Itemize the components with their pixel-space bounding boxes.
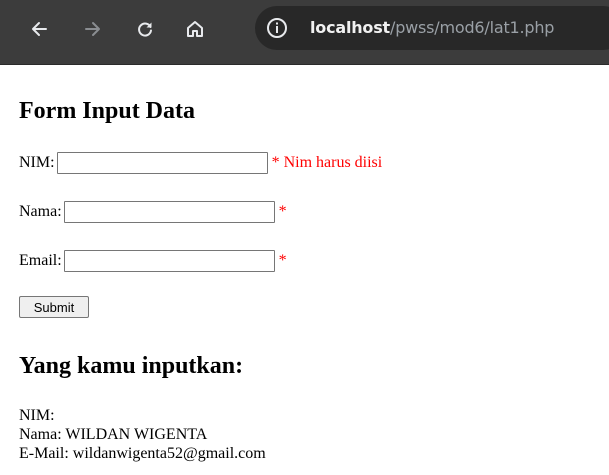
result-nim-line: NIM:: [19, 407, 55, 424]
email-required-marker: *: [278, 252, 287, 269]
email-input[interactable]: [63, 250, 275, 272]
back-arrow-icon: [32, 22, 47, 36]
nama-required-marker: *: [278, 203, 287, 220]
submit-button[interactable]: Submit: [19, 296, 89, 318]
home-icon: [187, 21, 203, 37]
forward-button[interactable]: [75, 12, 109, 46]
nim-input[interactable]: [56, 152, 268, 174]
nim-row: NIM: * Nim harus diisi: [19, 151, 382, 175]
nim-label: NIM:: [19, 154, 55, 171]
email-label: Email:: [19, 252, 62, 269]
form-title: Form Input Data: [19, 98, 196, 124]
home-button[interactable]: [178, 12, 212, 46]
browser-toolbar: localhost/pwss/mod6/lat1.php: [0, 0, 609, 65]
back-button[interactable]: [23, 12, 57, 46]
forward-arrow-icon: [85, 22, 100, 36]
email-row: Email: *: [19, 249, 287, 273]
url-path: /pwss/mod6/lat1.php: [390, 18, 555, 37]
reload-button[interactable]: [128, 12, 162, 46]
url-host: localhost: [310, 18, 390, 37]
nim-error-message: * Nim harus diisi: [271, 154, 383, 171]
nama-input[interactable]: [63, 201, 275, 223]
nama-row: Nama: *: [19, 200, 287, 224]
result-title: Yang kamu inputkan:: [19, 353, 244, 379]
reload-icon: [138, 22, 152, 37]
url-text[interactable]: localhost/pwss/mod6/lat1.php: [310, 17, 554, 39]
result-nama-line: Nama: WILDAN WIGENTA: [19, 426, 208, 443]
nama-label: Nama:: [19, 203, 62, 220]
info-icon[interactable]: [265, 16, 289, 40]
address-bar[interactable]: localhost/pwss/mod6/lat1.php: [255, 6, 609, 50]
result-email-line: E-Mail: wildanwigenta52@gmail.com: [19, 445, 266, 462]
result-block: NIM: Nama: WILDAN WIGENTA E-Mail: wildan…: [19, 406, 266, 463]
